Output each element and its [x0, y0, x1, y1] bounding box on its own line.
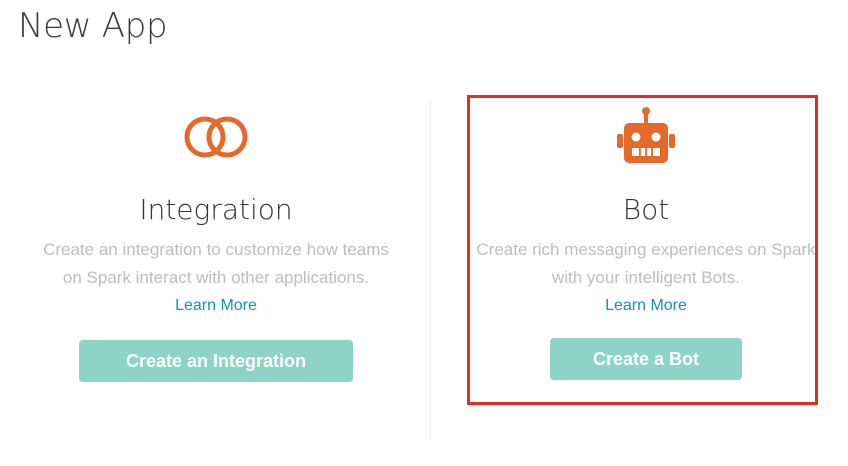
integration-card: Integration Create an integration to cus… [36, 96, 396, 406]
create-bot-button[interactable]: Create a Bot [550, 338, 742, 380]
integration-learn-more-link[interactable]: Learn More [175, 294, 257, 318]
bot-description: Create rich messaging experiences on Spa… [476, 240, 816, 287]
bot-card: Bot Create rich messaging experiences on… [466, 96, 826, 406]
create-integration-button[interactable]: Create an Integration [79, 340, 353, 382]
robot-icon [466, 96, 826, 186]
page-title: New App [18, 6, 168, 46]
column-divider [430, 100, 431, 440]
integration-title: Integration [139, 193, 293, 226]
bot-learn-more-link[interactable]: Learn More [605, 294, 687, 318]
integration-description: Create an integration to customize how t… [43, 240, 389, 287]
rings-icon [36, 96, 396, 186]
bot-title: Bot [622, 193, 670, 226]
